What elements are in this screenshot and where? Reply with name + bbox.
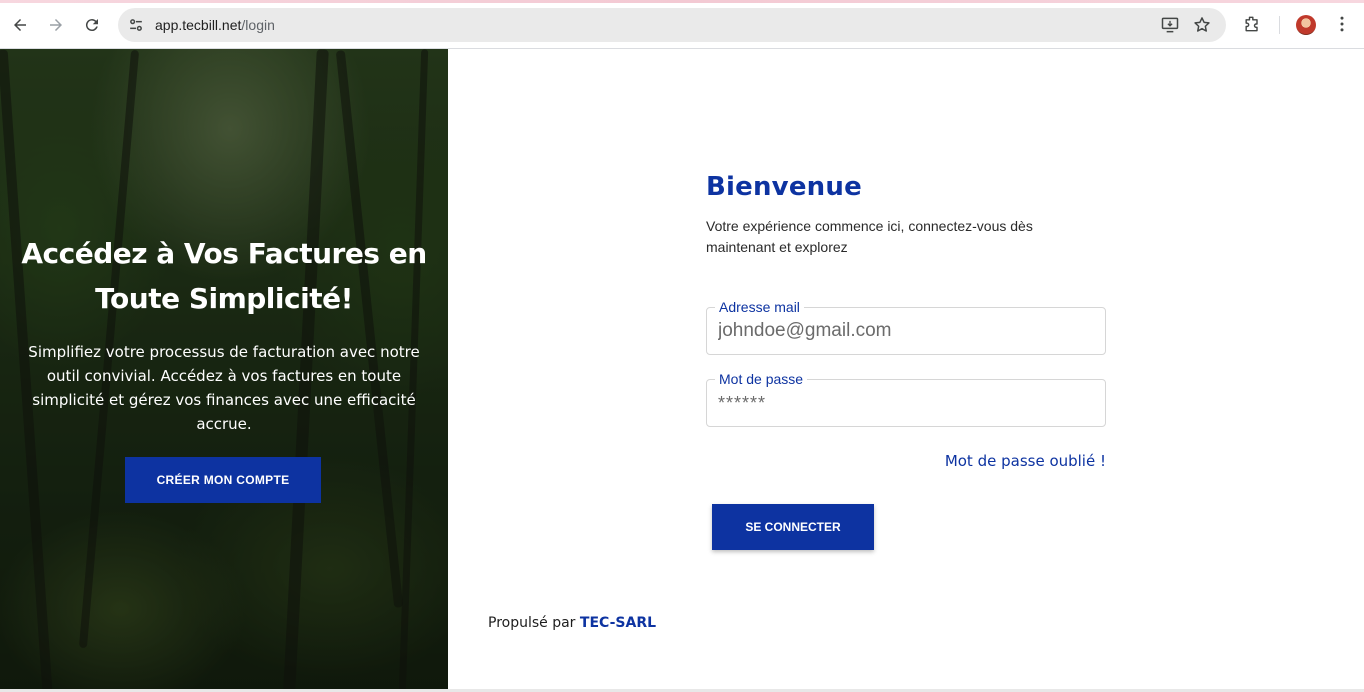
password-field[interactable]: Mot de passe (706, 371, 1106, 427)
browser-toolbar: app.tecbill.net/login (0, 0, 1364, 49)
back-arrow-icon[interactable] (2, 7, 38, 43)
site-settings-icon[interactable] (126, 15, 146, 35)
address-bar[interactable]: app.tecbill.net/login (118, 8, 1226, 42)
form-title: Bienvenue (706, 172, 862, 202)
hero-content: Accédez à Vos Factures en Toute Simplici… (0, 49, 448, 692)
create-account-button[interactable]: CRÉER MON COMPTE (125, 457, 321, 503)
extensions-icon[interactable] (1242, 14, 1262, 34)
email-input[interactable] (718, 318, 1096, 344)
forward-arrow-icon[interactable] (38, 7, 74, 43)
form-subtitle: Votre expérience commence ici, connectez… (706, 218, 1033, 255)
password-input[interactable] (718, 390, 1096, 416)
email-label: Adresse mail (715, 299, 804, 315)
footer-credit: Propulsé par TEC-SARL (488, 615, 656, 631)
tab-strip-edge (0, 0, 1364, 3)
url-path: /login (241, 17, 275, 33)
footer-brand-link[interactable]: TEC-SARL (580, 615, 656, 631)
url-text[interactable]: app.tecbill.net/login (155, 17, 275, 33)
hero-title: Accédez à Vos Factures en Toute Simplici… (21, 237, 427, 315)
reload-icon[interactable] (74, 7, 110, 43)
forgot-password-link[interactable]: Mot de passe oublié ! (906, 452, 1106, 470)
footer-prefix: Propulsé par (488, 615, 576, 631)
bookmark-star-icon[interactable] (1192, 15, 1212, 35)
url-host: app.tecbill.net (155, 17, 242, 33)
login-button[interactable]: SE CONNECTER (712, 504, 874, 550)
hero-panel: Accédez à Vos Factures en Toute Simplici… (0, 49, 448, 692)
install-app-icon[interactable] (1160, 15, 1180, 35)
more-vert-icon[interactable] (1332, 14, 1352, 34)
toolbar-divider (1279, 16, 1280, 34)
profile-avatar[interactable] (1296, 15, 1316, 35)
password-label: Mot de passe (715, 371, 808, 387)
email-field[interactable]: Adresse mail (706, 299, 1106, 355)
hero-description: Simplifiez votre processus de facturatio… (28, 343, 420, 433)
